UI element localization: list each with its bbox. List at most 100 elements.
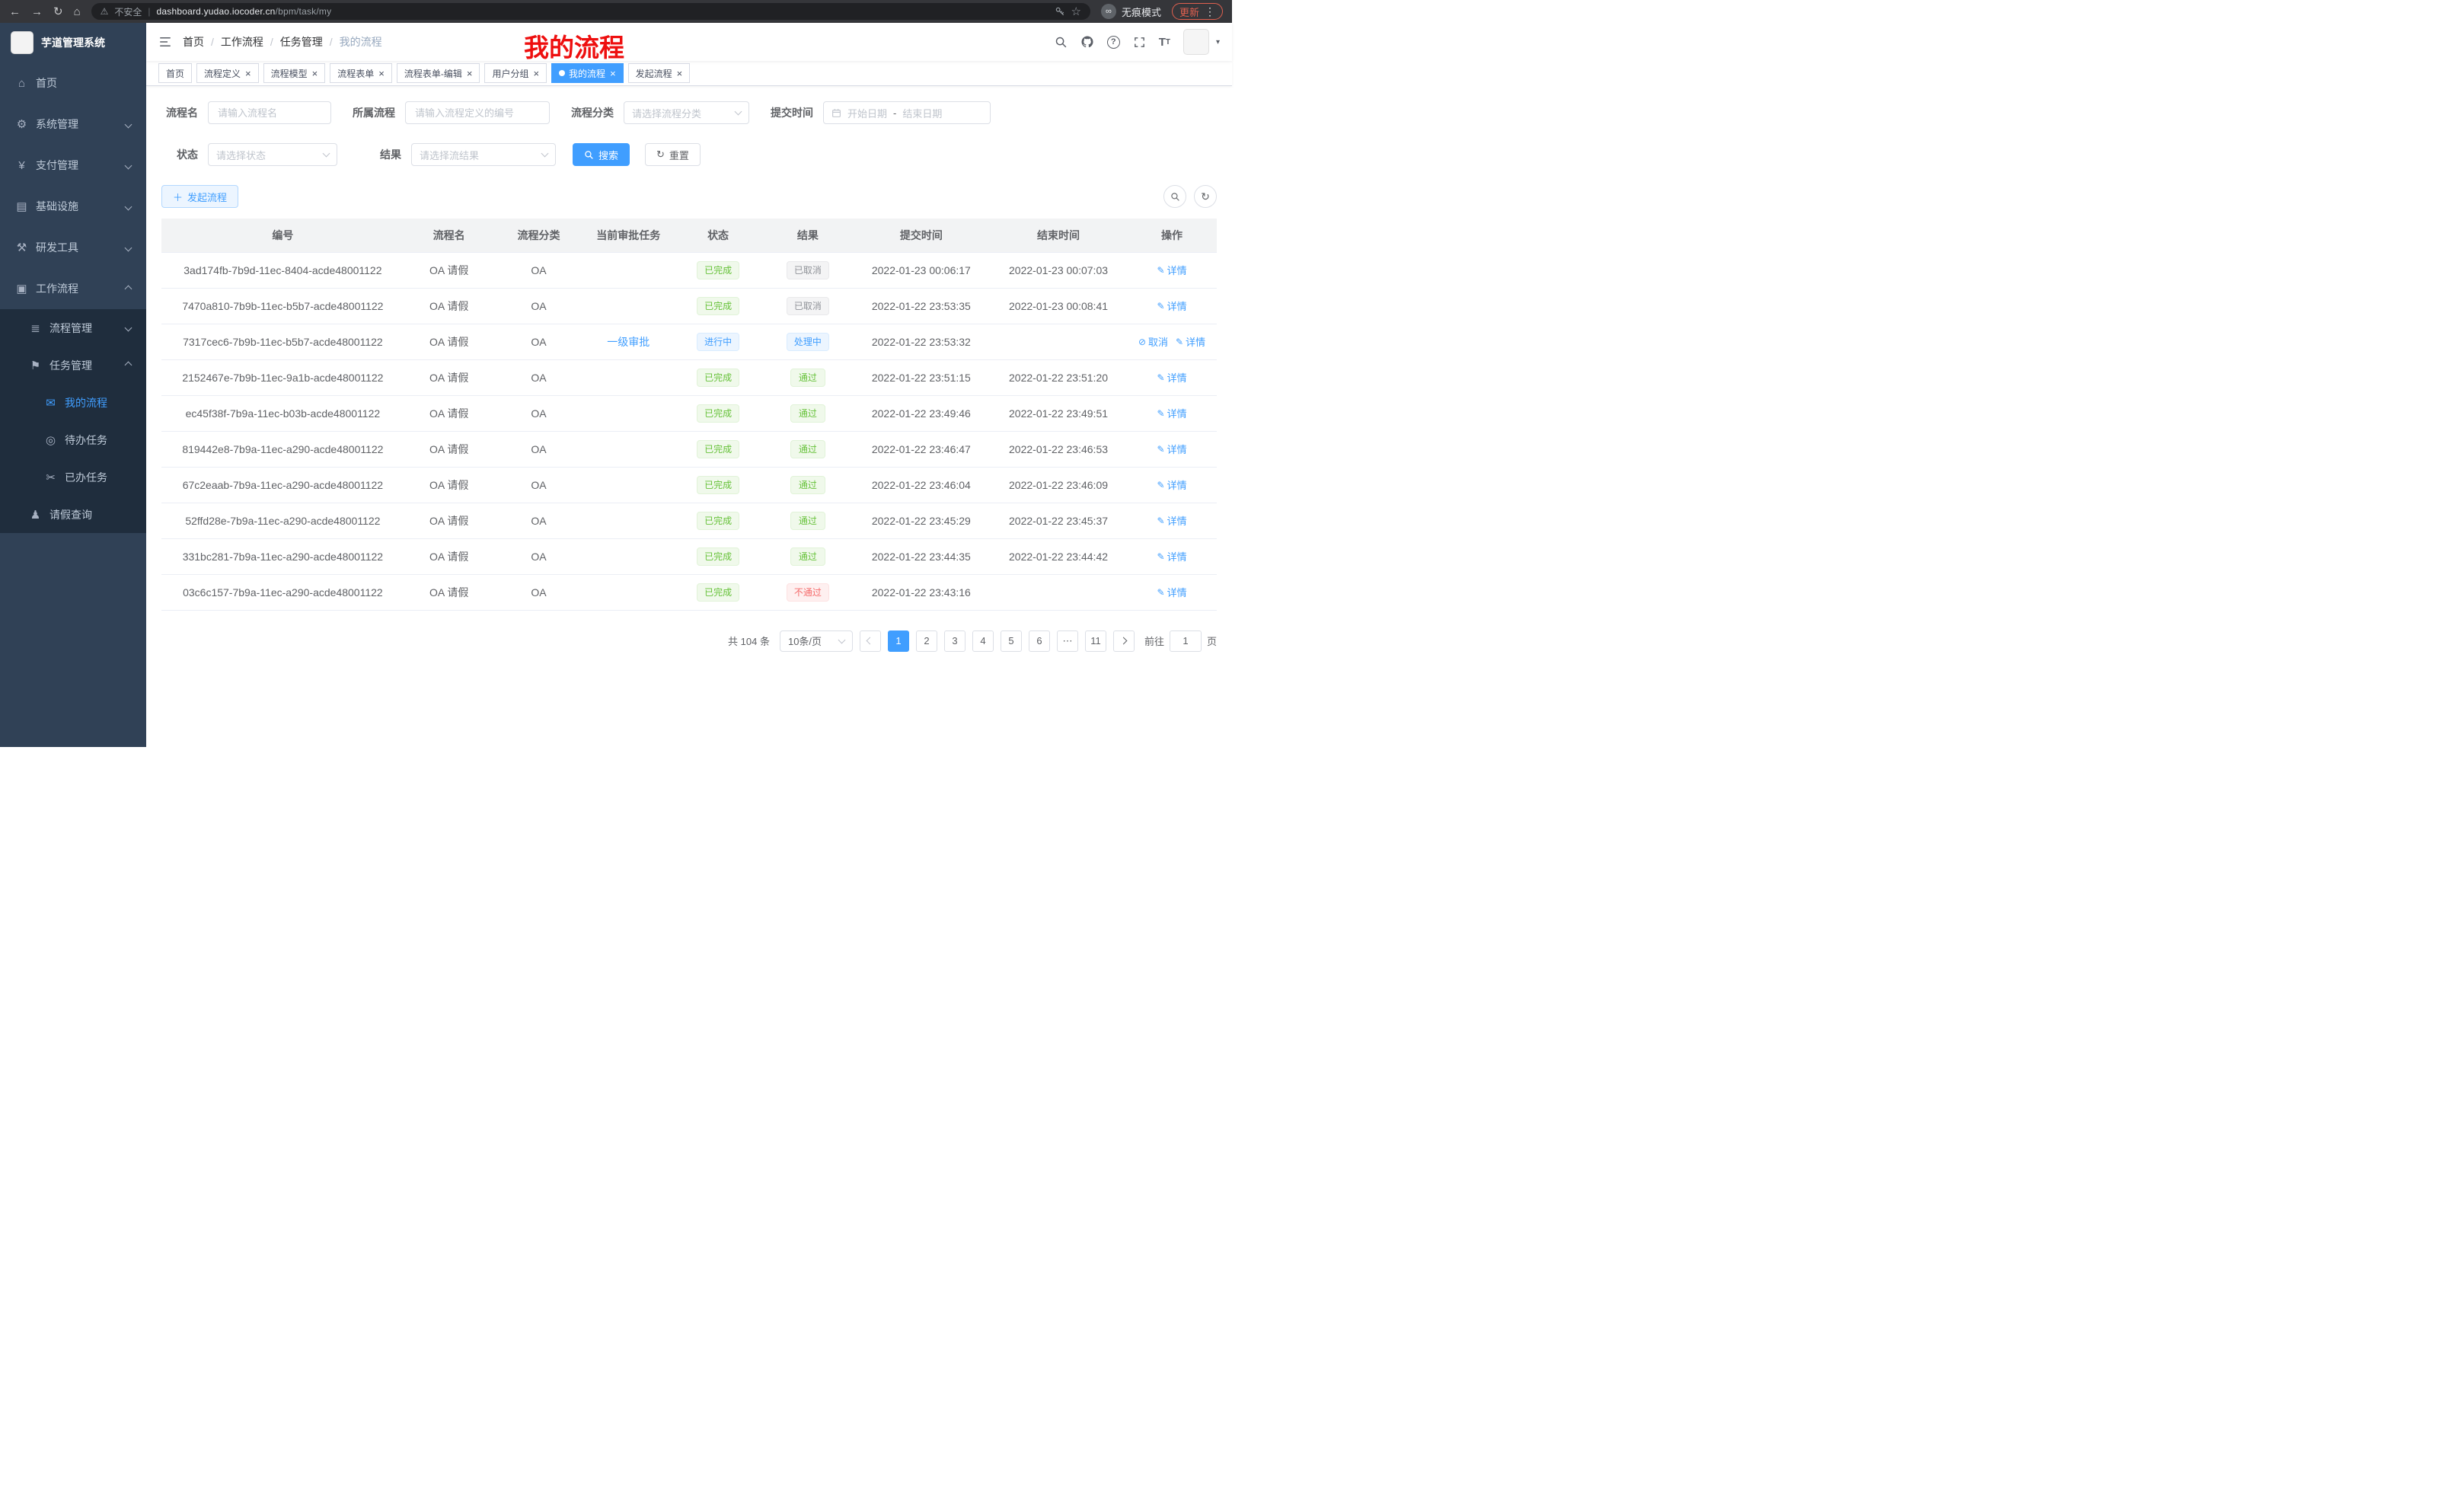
next-page-button[interactable] — [1113, 630, 1135, 652]
page-button[interactable]: 6 — [1029, 630, 1050, 652]
sidebar-item[interactable]: ♟请假查询 — [0, 496, 146, 533]
edit-icon: ✎ — [1157, 480, 1165, 490]
page-button[interactable]: 4 — [972, 630, 994, 652]
page-button[interactable]: 1 — [888, 630, 909, 652]
close-icon[interactable]: × — [312, 69, 318, 78]
sidebar-item[interactable]: ◎待办任务 — [0, 421, 146, 458]
cell-submit-time: 2022-01-22 23:46:47 — [853, 431, 990, 467]
sidebar-item[interactable]: ✉我的流程 — [0, 384, 146, 421]
sidebar-item[interactable]: ⚙系统管理 — [0, 104, 146, 145]
sidebar-item[interactable]: ⌂首页 — [0, 62, 146, 104]
page-button[interactable]: 3 — [944, 630, 965, 652]
close-icon[interactable]: × — [245, 69, 251, 78]
table-row: 7470a810-7b9b-11ec-b5b7-acde48001122OA 请… — [161, 288, 1217, 324]
action-detail-link[interactable]: ✎详情 — [1157, 477, 1187, 492]
leave-icon: ♟ — [29, 508, 42, 522]
tab[interactable]: 发起流程× — [628, 63, 691, 83]
page-button[interactable]: 5 — [1001, 630, 1022, 652]
action-detail-link[interactable]: ✎详情 — [1157, 298, 1187, 313]
close-icon[interactable]: × — [610, 69, 616, 78]
action-detail-link[interactable]: ✎详情 — [1157, 585, 1187, 599]
prev-page-button[interactable] — [860, 630, 881, 652]
process-name-input[interactable] — [208, 101, 331, 124]
password-key-icon[interactable] — [1055, 6, 1065, 17]
action-detail-link[interactable]: ✎详情 — [1176, 334, 1205, 349]
search-icon[interactable] — [1055, 36, 1068, 49]
result-select[interactable]: 请选择流结果 — [411, 143, 556, 166]
breadcrumb-item[interactable]: 任务管理 — [280, 34, 323, 49]
edit-icon: ✎ — [1157, 551, 1165, 562]
close-icon[interactable]: × — [378, 69, 385, 78]
tab[interactable]: 流程模型× — [263, 63, 326, 83]
insecure-label: 不安全 — [114, 5, 142, 18]
bookmark-star-icon[interactable]: ☆ — [1071, 6, 1081, 18]
address-bar[interactable]: ⚠ 不安全 | dashboard.yudao.iocoder.cn/bpm/t… — [91, 3, 1090, 20]
tab-label: 首页 — [166, 67, 184, 80]
avatar[interactable] — [1183, 29, 1209, 55]
sidebar-item[interactable]: ▤基础设施 — [0, 186, 146, 227]
github-icon[interactable] — [1080, 35, 1094, 49]
tab[interactable]: 流程表单-编辑× — [397, 63, 480, 83]
search-button[interactable]: 搜索 — [573, 143, 630, 166]
close-icon[interactable]: × — [533, 69, 539, 78]
category-select[interactable]: 请选择流程分类 — [624, 101, 749, 124]
action-detail-link[interactable]: ✎详情 — [1157, 442, 1187, 456]
action-detail-link[interactable]: ✎详情 — [1157, 370, 1187, 385]
tab[interactable]: 首页 — [158, 63, 192, 83]
cell-end-time: 2022-01-22 23:49:51 — [990, 395, 1127, 431]
back-icon[interactable]: ← — [9, 6, 21, 18]
create-process-button[interactable]: ＋ 发起流程 — [161, 185, 238, 208]
page-size-select[interactable]: 10条/页 — [780, 630, 853, 652]
sidebar-item[interactable]: ✂已办任务 — [0, 458, 146, 496]
sidebar-item[interactable]: ⚑任务管理 — [0, 346, 146, 384]
action-detail-link[interactable]: ✎详情 — [1157, 549, 1187, 563]
sidebar-menu: ⌂首页⚙系统管理¥支付管理▤基础设施⚒研发工具▣工作流程≣流程管理⚑任务管理✉我… — [0, 62, 146, 533]
table-row: 7317cec6-7b9b-11ec-b5b7-acde48001122OA 请… — [161, 324, 1217, 359]
reset-button[interactable]: ↻ 重置 — [645, 143, 701, 166]
status-label: 状态 — [161, 147, 198, 162]
toggle-search-button[interactable] — [1163, 185, 1186, 208]
sidebar-item[interactable]: ≣流程管理 — [0, 309, 146, 346]
current-task-link[interactable]: 一级审批 — [607, 336, 650, 348]
tab[interactable]: 用户分组× — [484, 63, 547, 83]
goto-page-input[interactable] — [1170, 630, 1202, 652]
tab[interactable]: 流程表单× — [330, 63, 392, 83]
breadcrumb-item[interactable]: 工作流程 — [221, 34, 263, 49]
fullscreen-icon[interactable] — [1133, 36, 1146, 49]
action-detail-link[interactable]: ✎详情 — [1157, 513, 1187, 528]
browser-home-icon[interactable]: ⌂ — [74, 6, 81, 18]
cell-end-time: 2022-01-23 00:07:03 — [990, 252, 1127, 288]
reload-icon[interactable]: ↻ — [53, 6, 63, 18]
submit-time-daterange[interactable]: 开始日期 - 结束日期 — [823, 101, 991, 124]
goto-suffix: 页 — [1207, 634, 1217, 648]
hamburger-icon[interactable] — [158, 35, 172, 49]
sidebar-logo: 芋道管理系统 — [0, 23, 146, 62]
forward-icon[interactable]: → — [31, 6, 43, 18]
font-size-icon[interactable]: TT — [1159, 36, 1170, 49]
action-detail-link[interactable]: ✎详情 — [1157, 263, 1187, 277]
action-detail-link[interactable]: ✎详情 — [1157, 406, 1187, 420]
action-cancel-link[interactable]: ⊘取消 — [1138, 334, 1168, 349]
cell-actions: ✎详情 — [1127, 288, 1217, 324]
close-icon[interactable]: × — [677, 69, 683, 78]
sidebar-item[interactable]: ⚒研发工具 — [0, 227, 146, 268]
result-badge: 已取消 — [787, 297, 829, 315]
help-icon[interactable]: ? — [1107, 36, 1120, 49]
caret-down-icon[interactable]: ▾ — [1216, 38, 1220, 46]
parent-process-input[interactable] — [405, 101, 550, 124]
sidebar-item[interactable]: ¥支付管理 — [0, 145, 146, 186]
table-row: 67c2eaab-7b9a-11ec-a290-acde48001122OA 请… — [161, 467, 1217, 503]
kebab-menu-icon[interactable]: ⋮ — [1205, 5, 1215, 18]
refresh-table-button[interactable]: ↻ — [1194, 185, 1217, 208]
update-label: 更新 — [1179, 5, 1199, 19]
page-button[interactable]: 2 — [916, 630, 937, 652]
tab[interactable]: 流程定义× — [196, 63, 259, 83]
close-icon[interactable]: × — [467, 69, 473, 78]
breadcrumb-item[interactable]: 首页 — [183, 34, 204, 49]
page-button[interactable]: 11 — [1085, 630, 1106, 652]
tab[interactable]: 我的流程× — [551, 63, 624, 83]
status-select[interactable]: 请选择状态 — [208, 143, 337, 166]
sidebar-item[interactable]: ▣工作流程 — [0, 268, 146, 309]
page-button[interactable]: ⋯ — [1057, 630, 1078, 652]
update-button[interactable]: 更新 ⋮ — [1172, 3, 1223, 20]
